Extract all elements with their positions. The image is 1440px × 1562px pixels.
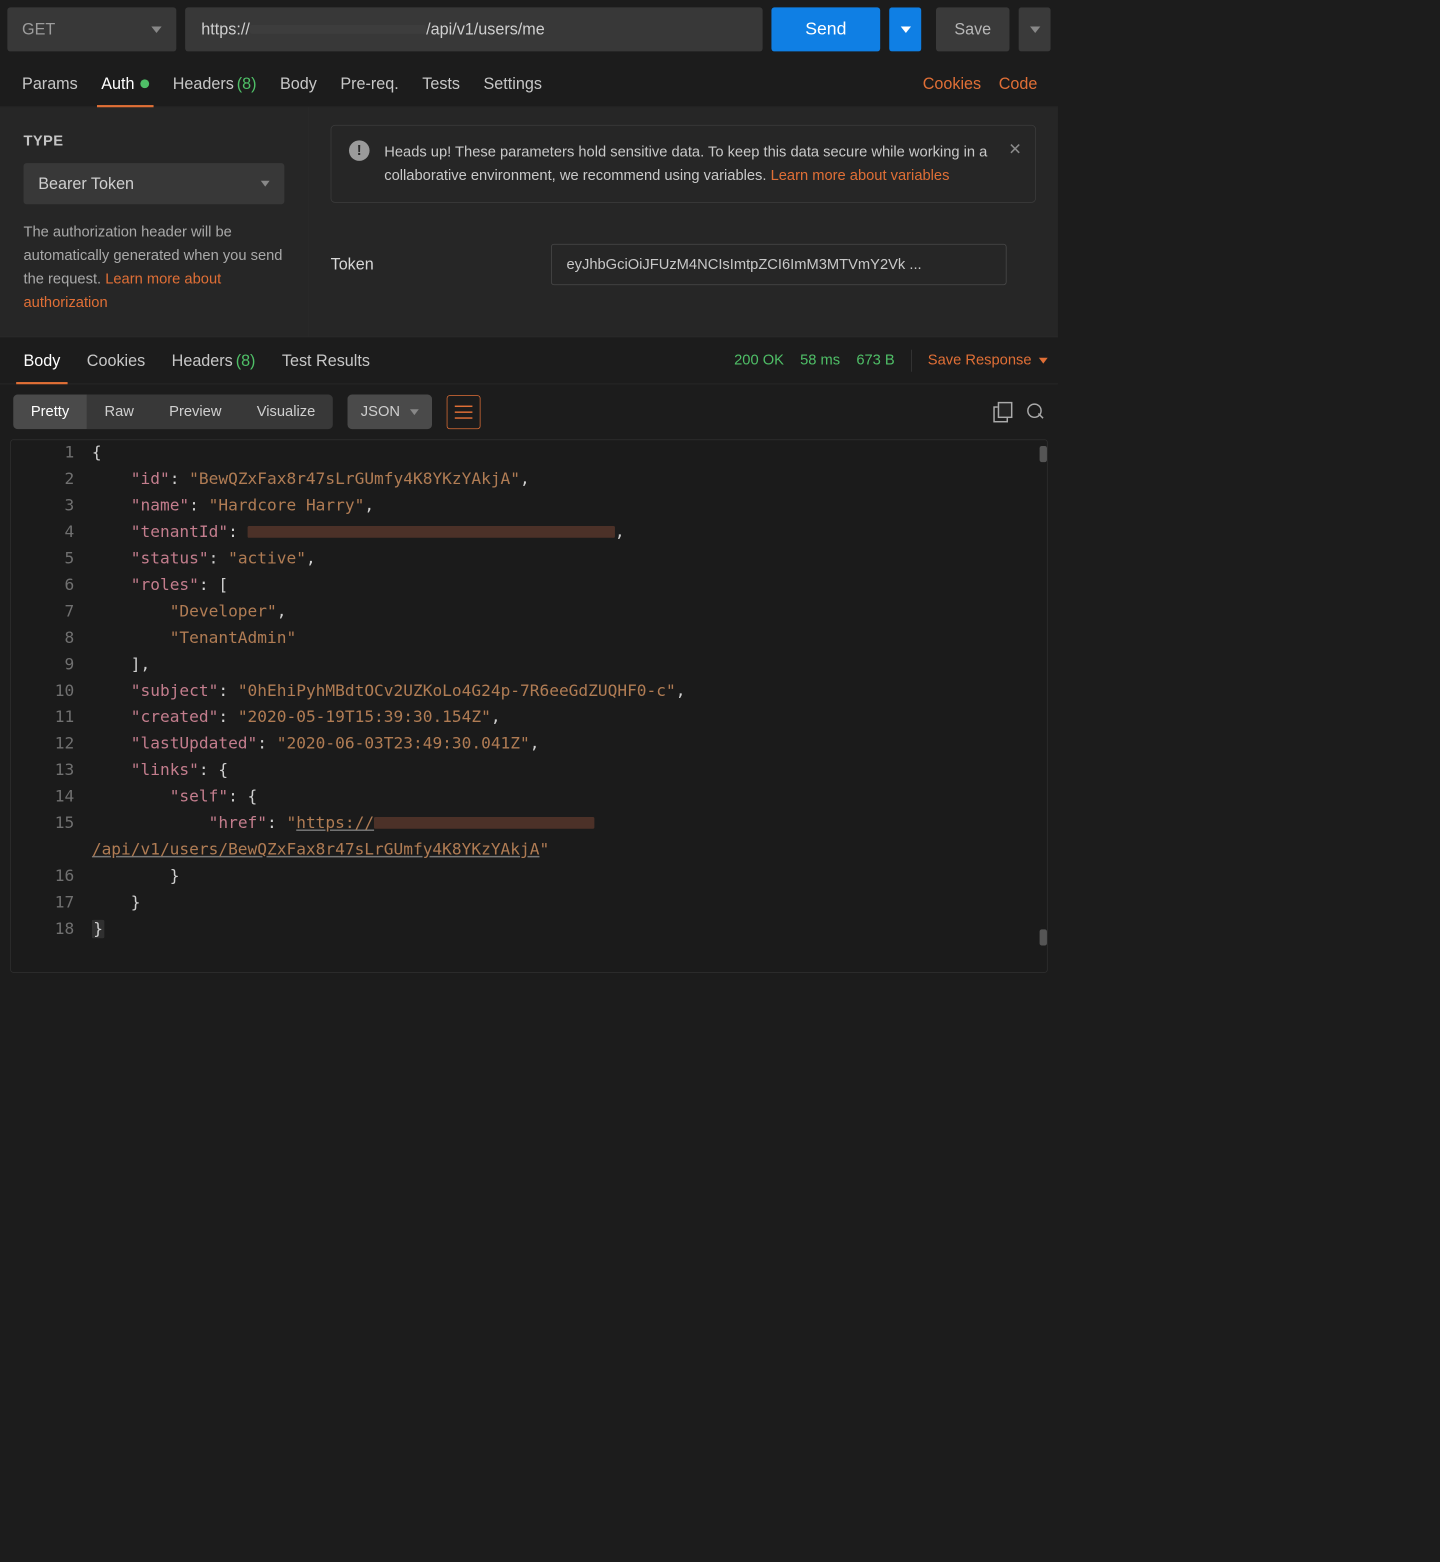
response-meta: 200 OK 58 ms 673 B Save Response	[734, 349, 1048, 371]
token-input[interactable]: eyJhbGciOiJFUzM4NCIsImtpZCI6ImM3MTVmY2Vk…	[551, 244, 1007, 285]
url-redacted-host	[250, 25, 426, 34]
response-size: 673 B	[856, 352, 894, 369]
pretty-bar: Pretty Raw Preview Visualize JSON	[0, 384, 1058, 439]
search-icon[interactable]	[1027, 403, 1045, 421]
tab-tests[interactable]: Tests	[411, 60, 472, 106]
tab-headers[interactable]: Headers (8)	[161, 60, 268, 106]
tab-label: Test Results	[282, 351, 370, 370]
view-pretty[interactable]: Pretty	[13, 395, 87, 430]
scroll-thumb-top[interactable]	[1040, 446, 1047, 462]
warning-icon: !	[349, 140, 370, 161]
tab-label: Headers	[173, 74, 234, 93]
send-button[interactable]: Send	[771, 7, 880, 51]
view-raw[interactable]: Raw	[87, 395, 152, 430]
scroll-thumb-bottom[interactable]	[1040, 929, 1047, 945]
send-dropdown[interactable]	[889, 7, 921, 51]
resp-tab-body[interactable]: Body	[10, 337, 73, 383]
tab-label: Tests	[422, 74, 460, 93]
pretty-right	[993, 403, 1044, 421]
json-view[interactable]: 1{2 "id": "BewQZxFax8r47sLrGUmfy4K8YKzYA…	[11, 440, 1047, 943]
chevron-down-icon	[261, 181, 270, 187]
tab-label: Cookies	[87, 351, 145, 370]
status-code: 200 OK	[734, 352, 784, 369]
sensitive-warning: ! Heads up! These parameters hold sensit…	[331, 125, 1036, 203]
method-value: GET	[22, 20, 55, 39]
url-prefix: https://	[201, 20, 250, 39]
chevron-down-icon	[151, 26, 161, 33]
code-link[interactable]: Code	[999, 74, 1038, 93]
url-suffix: /api/v1/users/me	[426, 20, 545, 39]
tab-label: Body	[24, 351, 61, 370]
token-value: eyJhbGciOiJFUzM4NCIsImtpZCI6ImM3MTVmY2Vk…	[566, 256, 921, 273]
save-dropdown[interactable]	[1018, 7, 1050, 51]
auth-type-heading: TYPE	[24, 129, 285, 153]
auth-panel: TYPE Bearer Token The authorization head…	[0, 107, 1058, 337]
auth-right: ! Heads up! These parameters hold sensit…	[309, 107, 1058, 336]
resp-tab-headers[interactable]: Headers (8)	[158, 337, 268, 383]
tab-label: Auth	[101, 74, 134, 93]
chevron-down-icon	[1039, 357, 1048, 363]
save-response[interactable]: Save Response	[928, 352, 1048, 369]
token-row: Token eyJhbGciOiJFUzM4NCIsImtpZCI6ImM3MT…	[331, 244, 1036, 285]
save-button[interactable]: Save	[936, 7, 1009, 51]
save-response-label: Save Response	[928, 352, 1032, 369]
warning-text: Heads up! These parameters hold sensitiv…	[384, 140, 1017, 187]
auth-type-value: Bearer Token	[38, 171, 134, 197]
tab-label: Headers	[172, 351, 233, 370]
url-input[interactable]: https:// /api/v1/users/me	[185, 7, 762, 51]
tab-label: Params	[22, 74, 78, 93]
scrollbar[interactable]	[1040, 446, 1047, 946]
view-visualize[interactable]: Visualize	[239, 395, 333, 430]
tab-settings[interactable]: Settings	[472, 60, 554, 106]
wrap-icon	[455, 405, 473, 418]
auth-note: The authorization header will be automat…	[24, 220, 285, 314]
tab-label: Body	[280, 74, 317, 93]
divider	[911, 349, 912, 371]
request-tabs: Params Auth Headers (8) Body Pre-req. Te…	[0, 60, 1058, 107]
method-select[interactable]: GET	[7, 7, 176, 51]
response-tabs: Body Cookies Headers (8) Test Results 20…	[0, 337, 1058, 384]
view-preview[interactable]: Preview	[152, 395, 240, 430]
response-time: 58 ms	[800, 352, 840, 369]
chevron-down-icon	[1030, 26, 1040, 33]
resp-tab-cookies[interactable]: Cookies	[74, 337, 159, 383]
token-label: Token	[331, 255, 551, 274]
tab-auth[interactable]: Auth	[89, 60, 160, 106]
send-label: Send	[805, 19, 846, 40]
request-row: GET https:// /api/v1/users/me Send Save	[0, 0, 1058, 60]
tab-params[interactable]: Params	[10, 60, 89, 106]
tab-label: Settings	[484, 74, 542, 93]
cookies-link[interactable]: Cookies	[923, 74, 981, 93]
learn-vars-link[interactable]: Learn more about variables	[771, 168, 950, 184]
auth-left: TYPE Bearer Token The authorization head…	[0, 107, 309, 336]
resp-tab-tests[interactable]: Test Results	[269, 337, 383, 383]
headers-count: (8)	[236, 351, 256, 370]
chevron-down-icon	[410, 409, 419, 415]
view-mode-segment: Pretty Raw Preview Visualize	[13, 395, 333, 430]
tab-label: Pre-req.	[340, 74, 398, 93]
headers-count: (8)	[237, 74, 257, 93]
tab-prereq[interactable]: Pre-req.	[329, 60, 411, 106]
tab-body[interactable]: Body	[268, 60, 328, 106]
chevron-down-icon	[900, 26, 910, 33]
word-wrap-toggle[interactable]	[447, 395, 481, 429]
save-label: Save	[954, 20, 991, 39]
copy-icon[interactable]	[993, 403, 1011, 421]
auth-active-dot-icon	[140, 79, 149, 88]
format-value: JSON	[361, 403, 400, 420]
format-select[interactable]: JSON	[348, 395, 433, 430]
auth-type-select[interactable]: Bearer Token	[24, 163, 285, 204]
close-icon[interactable]: ✕	[1008, 136, 1022, 162]
tabs-right: Cookies Code	[923, 74, 1048, 93]
response-body: 1{2 "id": "BewQZxFax8r47sLrGUmfy4K8YKzYA…	[10, 439, 1047, 972]
